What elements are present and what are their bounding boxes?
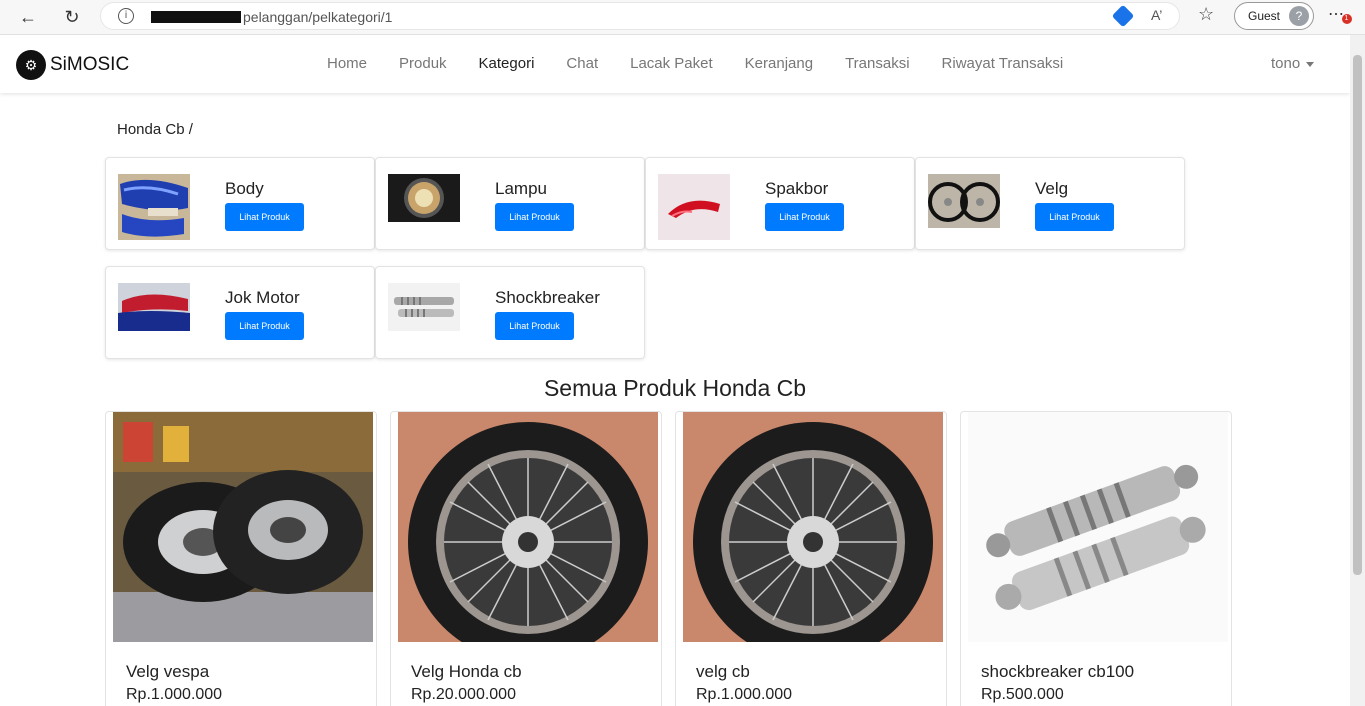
page: ⚙ SiMOSIC Home Produk Kategori Chat Laca… bbox=[0, 35, 1350, 706]
product-card[interactable]: Velg vespa Rp.1.000.000 bbox=[105, 411, 377, 706]
nav-home[interactable]: Home bbox=[327, 55, 367, 72]
product-name: velg cb bbox=[696, 662, 750, 681]
product-price: Rp.500.000 bbox=[981, 686, 1064, 703]
product-card[interactable]: velg cb Rp.1.000.000 bbox=[675, 411, 947, 706]
brand[interactable]: ⚙ SiMOSIC bbox=[16, 50, 129, 80]
nav-chat[interactable]: Chat bbox=[566, 55, 598, 72]
product-price: Rp.20.000.000 bbox=[411, 686, 516, 703]
more-options-icon[interactable]: ⋯ 1 bbox=[1328, 4, 1352, 24]
category-card: Spakbor Lihat Produk bbox=[645, 157, 915, 250]
category-name: Shockbreaker bbox=[495, 288, 600, 307]
velg-honda-cb-image bbox=[398, 412, 658, 642]
body-image bbox=[118, 174, 190, 240]
nav-lacak-paket[interactable]: Lacak Paket bbox=[630, 55, 713, 72]
lihat-produk-button[interactable]: Lihat Produk bbox=[495, 203, 574, 231]
velg-image bbox=[928, 174, 1000, 240]
velg-cb-image bbox=[683, 412, 943, 642]
category-name: Jok Motor bbox=[225, 288, 300, 307]
redacted-host bbox=[151, 11, 241, 23]
back-icon[interactable]: ← bbox=[16, 5, 40, 29]
product-card[interactable]: Velg Honda cb Rp.20.000.000 bbox=[390, 411, 662, 706]
section-title: Semua Produk Honda Cb bbox=[543, 375, 807, 401]
scrollbar-thumb[interactable] bbox=[1353, 55, 1362, 575]
user-name: tono bbox=[1271, 55, 1301, 72]
category-name: Body bbox=[225, 179, 264, 198]
profile-label: Guest bbox=[1248, 9, 1281, 23]
address-bar[interactable]: i pelanggan/pelkategori/1 A’ bbox=[100, 2, 1180, 30]
product-name: Velg vespa bbox=[126, 662, 210, 681]
lihat-produk-button[interactable]: Lihat Produk bbox=[1035, 203, 1114, 231]
lampu-image bbox=[388, 174, 460, 240]
product-card[interactable]: shockbreaker cb100 Rp.500.000 bbox=[960, 411, 1232, 706]
nav-kategori[interactable]: Kategori bbox=[479, 55, 535, 72]
caret-down-icon bbox=[1306, 61, 1315, 67]
brand-logo-icon: ⚙ bbox=[16, 50, 46, 80]
notification-badge: 1 bbox=[1342, 14, 1352, 24]
nav-produk[interactable]: Produk bbox=[399, 55, 447, 72]
category-name: Velg bbox=[1035, 179, 1069, 198]
category-card: Lampu Lihat Produk bbox=[375, 157, 645, 250]
user-dropdown[interactable]: tono bbox=[1271, 55, 1315, 72]
nav-riwayat-transaksi[interactable]: Riwayat Transaksi bbox=[942, 55, 1064, 72]
site-navbar: ⚙ SiMOSIC Home Produk Kategori Chat Laca… bbox=[0, 35, 1350, 93]
category-card: Jok Motor Lihat Produk bbox=[105, 266, 375, 359]
nav-keranjang[interactable]: Keranjang bbox=[745, 55, 813, 72]
info-icon[interactable]: i bbox=[118, 8, 134, 24]
spakbor-image bbox=[658, 174, 730, 240]
lihat-produk-button[interactable]: Lihat Produk bbox=[225, 203, 304, 231]
avatar-icon: ? bbox=[1289, 6, 1309, 26]
breadcrumb: Honda Cb / bbox=[117, 121, 193, 138]
favorites-icon[interactable]: ☆ bbox=[1198, 4, 1214, 25]
read-aloud-icon[interactable]: A’ bbox=[1151, 7, 1162, 23]
reload-icon[interactable]: ↻ bbox=[60, 5, 84, 29]
velg-vespa-image bbox=[113, 412, 373, 642]
lihat-produk-button[interactable]: Lihat Produk bbox=[495, 312, 574, 340]
page-scrollbar[interactable] bbox=[1350, 35, 1365, 706]
product-price: Rp.1.000.000 bbox=[126, 686, 223, 703]
product-name: Velg Honda cb bbox=[411, 662, 522, 681]
profile-button[interactable]: Guest ? bbox=[1234, 2, 1314, 30]
nav-transaksi[interactable]: Transaksi bbox=[845, 55, 909, 72]
product-name: shockbreaker cb100 bbox=[981, 662, 1135, 681]
shockbreaker-cb100-image bbox=[968, 412, 1228, 642]
category-card: Velg Lihat Produk bbox=[915, 157, 1185, 250]
jok-motor-image bbox=[118, 283, 190, 349]
browser-toolbar: ← ↻ i pelanggan/pelkategori/1 A’ ☆ Guest… bbox=[0, 0, 1365, 35]
category-name: Lampu bbox=[495, 179, 547, 198]
brand-name: SiMOSIC bbox=[50, 54, 130, 75]
lihat-produk-button[interactable]: Lihat Produk bbox=[225, 312, 304, 340]
category-name: Spakbor bbox=[765, 179, 829, 198]
category-card: Body Lihat Produk bbox=[105, 157, 375, 250]
tag-icon[interactable] bbox=[1111, 4, 1135, 28]
lihat-produk-button[interactable]: Lihat Produk bbox=[765, 203, 844, 231]
shockbreaker-image bbox=[388, 283, 460, 349]
nav-menu: Home Produk Kategori Chat Lacak Paket Ke… bbox=[311, 55, 1079, 72]
url-text: pelanggan/pelkategori/1 bbox=[243, 9, 393, 25]
product-price: Rp.1.000.000 bbox=[696, 686, 793, 703]
category-card: Shockbreaker Lihat Produk bbox=[375, 266, 645, 359]
